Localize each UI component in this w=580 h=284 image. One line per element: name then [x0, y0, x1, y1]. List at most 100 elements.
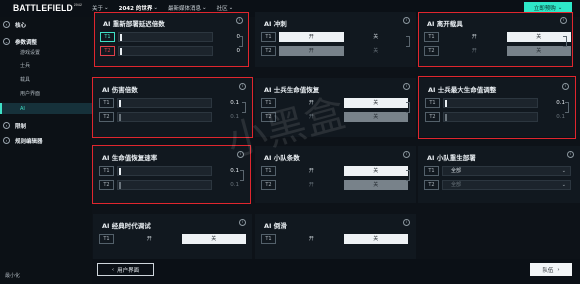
toggle-on-option[interactable]: 开	[279, 45, 344, 56]
setting-title: AI 小队条数	[264, 154, 300, 162]
select-value: 全部	[451, 168, 462, 174]
link-teams-icon[interactable]	[406, 102, 410, 113]
setting-card: AI 小队重生部署 i T1 全部 ⌄ T2 全部 ⌄	[418, 146, 580, 203]
link-teams-icon[interactable]	[406, 170, 410, 181]
info-icon[interactable]: i	[403, 219, 410, 226]
setting-title: AI 经典时代调试	[102, 222, 151, 230]
team-tag: T1	[99, 233, 114, 244]
team-row: T1 开关	[261, 97, 408, 108]
chevron-down-icon: ⌄	[153, 5, 158, 11]
team-tag: T1	[261, 31, 276, 42]
select-value: 全部	[451, 182, 462, 188]
chevron-down-icon: ⌄	[561, 181, 566, 188]
sidebar-item-8[interactable]: › 规则编辑器	[0, 135, 92, 146]
toggle-on-option[interactable]: 开	[117, 234, 182, 244]
sidebar-item-label: 游戏设置	[20, 50, 41, 56]
top-nav-item[interactable]: 2042 的世界 ⌄	[119, 4, 158, 12]
user-interface-label: 用户界面	[117, 267, 140, 274]
setting-card: AI 小队条数 i T1 开关 T2 开关	[255, 146, 416, 203]
toggle-on-option[interactable]: 开	[279, 98, 344, 108]
top-nav-item[interactable]: 关于 ⌄	[92, 4, 109, 12]
chevron-left-icon: ‹	[111, 266, 115, 273]
on-off-toggle: 开关	[279, 31, 409, 42]
logo-sub: 2042	[73, 3, 82, 7]
toggle-off-option[interactable]: 关	[343, 233, 408, 244]
sidebar-item-0[interactable]: › 核心	[0, 19, 92, 30]
squad-button[interactable]: 队伍 ›	[530, 263, 572, 276]
link-teams-icon[interactable]	[406, 36, 410, 47]
bottom-bar	[92, 259, 580, 284]
chevron-down-icon: ⌄	[228, 5, 234, 11]
deploy-select[interactable]: 全部 ⌄	[442, 179, 571, 190]
team-tag: T2	[261, 45, 276, 56]
setting-title: AI 士兵生命值恢复	[264, 86, 320, 94]
toggle-on-option[interactable]: 开	[279, 166, 344, 176]
toggle-off-option[interactable]: 关	[343, 165, 408, 176]
toggle-off-option[interactable]: 关	[344, 46, 409, 56]
sidebar-item-1[interactable]: ⌄ 参数调整	[0, 36, 92, 47]
team-row: T2 开关	[261, 111, 408, 122]
top-nav-label: 2042 的世界	[118, 6, 153, 12]
squad-label: 队伍	[542, 267, 554, 274]
on-off-toggle: 开关	[279, 45, 409, 56]
sidebar-item-label: 载具	[20, 77, 31, 83]
info-icon[interactable]: i	[403, 17, 410, 24]
sidebar-item-6[interactable]: AI	[0, 103, 92, 114]
team-row: T2 开关	[261, 179, 408, 190]
toggle-off-option[interactable]: 关	[343, 97, 408, 108]
team-row: T1 开关	[99, 233, 246, 244]
team-tag: T1	[424, 165, 439, 176]
on-off-toggle: 开关	[279, 233, 408, 244]
top-nav-item[interactable]: 社区 ⌄	[217, 4, 234, 12]
on-off-toggle: 开关	[117, 233, 246, 244]
setting-title: AI 冲刺	[264, 20, 287, 28]
info-icon[interactable]: i	[567, 151, 574, 158]
sidebar-item-label: 限制	[15, 123, 27, 130]
highlight-box-damage	[92, 77, 253, 138]
info-icon[interactable]: i	[403, 83, 410, 90]
on-off-toggle: 开关	[279, 179, 408, 190]
sidebar-item-2[interactable]: 游戏设置	[0, 47, 92, 58]
sidebar-item-4[interactable]: 载具	[0, 74, 92, 85]
on-off-toggle: 开关	[279, 97, 408, 108]
sidebar: › 核心 ⌄ 参数调整游戏设置士兵载具用户界面 AI › 限制 › 规则编辑器	[0, 17, 92, 284]
top-nav-item[interactable]: 最新媒体消息 ⌄	[168, 4, 207, 12]
deploy-select[interactable]: 全部 ⌄	[442, 165, 571, 176]
chevron-down-icon: ⌄	[201, 5, 207, 11]
user-interface-button[interactable]: ‹ 用户界面	[97, 263, 154, 276]
on-off-toggle: 开关	[279, 165, 408, 176]
chevron-right-icon: ›	[3, 137, 10, 144]
team-tag: T2	[261, 179, 276, 190]
preorder-label: 立即预购	[533, 5, 556, 12]
info-icon[interactable]: i	[403, 151, 410, 158]
chevron-right-icon: ›	[3, 21, 10, 28]
battlefield-logo[interactable]: BATTLEFIELD2042	[13, 3, 82, 13]
toggle-on-option[interactable]: 开	[279, 112, 344, 122]
toggle-on-option[interactable]: 开	[279, 31, 344, 42]
logo-text: BATTLEFIELD	[13, 3, 73, 13]
top-nav-label: 社区	[216, 6, 228, 12]
setting-card: AI 经典时代调试 i T1 开关	[93, 214, 252, 259]
toggle-on-option[interactable]: 开	[279, 234, 344, 244]
highlight-box-regen-rate	[92, 145, 251, 204]
team-row: T1 全部 ⌄	[424, 165, 571, 176]
on-off-toggle: 开关	[279, 111, 408, 122]
setting-title: AI 倒滑	[264, 222, 287, 230]
sidebar-item-5[interactable]: 用户界面	[0, 88, 92, 99]
app-root: BATTLEFIELD2042 关于 ⌄ 2042 的世界 ⌄ 最新媒体消息 ⌄ 社区 ⌄ 立…	[0, 0, 580, 284]
toggle-off-option[interactable]: 关	[343, 179, 408, 190]
toggle-off-option[interactable]: 关	[344, 32, 409, 42]
sidebar-item-7[interactable]: › 限制	[0, 120, 92, 131]
chevron-right-icon: ›	[3, 122, 10, 129]
chevron-down-icon: ⌄	[3, 38, 10, 45]
minimize-link[interactable]: 最小化	[5, 272, 20, 279]
sidebar-item-3[interactable]: 士兵	[0, 60, 92, 71]
highlight-box-max-health	[418, 76, 576, 139]
toggle-off-option[interactable]: 关	[181, 233, 246, 244]
info-icon[interactable]: i	[239, 219, 246, 226]
toggle-on-option[interactable]: 开	[279, 180, 344, 190]
chevron-down-icon: ⌄	[561, 167, 566, 174]
toggle-off-option[interactable]: 关	[343, 111, 408, 122]
team-row: T2 全部 ⌄	[424, 179, 571, 190]
highlight-box-exit-vehicle	[418, 12, 573, 67]
